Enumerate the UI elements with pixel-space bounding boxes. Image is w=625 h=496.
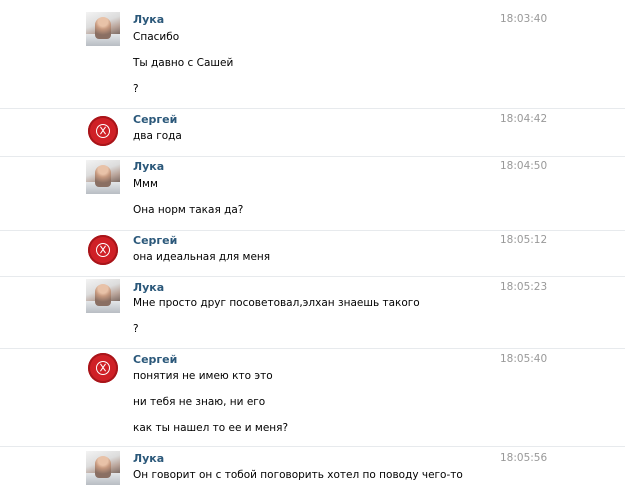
message-text: Мне просто друг посоветовал,элхан знаешь… [133,297,420,309]
message-text: как ты нашел то ее и меня? [133,422,289,434]
author-name[interactable]: Лука [133,160,164,173]
author-name[interactable]: Сергей [133,234,177,247]
message: Сергей 18:05:40 понятия не имею кто это … [0,348,625,447]
message-text: понятия не имею кто это [133,370,273,382]
avatar[interactable] [86,451,120,485]
avatar[interactable] [86,114,120,148]
message: Лука 18:05:23 Мне просто друг посоветова… [0,276,625,349]
message: Сергей 18:04:42 два года [0,108,625,157]
message-text: ? [133,323,139,335]
message-text: Ты давно с Сашей [133,57,234,69]
message-text: Ммм [133,178,158,190]
author-name[interactable]: Лука [133,452,164,465]
author-name[interactable]: Сергей [133,113,177,126]
message-time[interactable]: 18:04:42 [500,113,547,125]
author-name[interactable]: Сергей [133,353,177,366]
avatar[interactable] [86,233,120,267]
avatar-figure [95,456,111,478]
emblem-icon [88,116,118,146]
message-time[interactable]: 18:04:50 [500,160,547,172]
author-name[interactable]: Лука [133,281,164,294]
message: Лука 18:03:40 Спасибо Ты давно с Сашей ? [0,0,625,108]
avatar[interactable] [86,279,120,313]
avatar-figure [95,165,111,187]
message: Сергей 18:05:12 она идеальная для меня [0,230,625,277]
message-time[interactable]: 18:05:23 [500,281,547,293]
message-text: ? [133,83,139,95]
message-text: Спасибо [133,31,180,43]
message-text: два года [133,130,182,142]
avatar-figure [95,284,111,306]
message-time[interactable]: 18:05:40 [500,353,547,365]
avatar[interactable] [86,12,120,46]
avatar[interactable] [86,160,120,194]
message-text: ни тебя не знаю, ни его [133,396,266,408]
message: Лука 18:04:50 Ммм Она норм такая да? [0,156,625,231]
message-time[interactable]: 18:05:12 [500,234,547,246]
message-text: Он говорит он с тобой поговорить хотел п… [133,469,463,481]
author-name[interactable]: Лука [133,13,164,26]
message-text: Она норм такая да? [133,204,244,216]
message-time[interactable]: 18:05:56 [500,452,547,464]
emblem-icon [88,353,118,383]
message: Лука 18:05:56 Он говорит он с тобой пого… [0,446,625,496]
message-text: она идеальная для меня [133,251,271,263]
avatar[interactable] [86,351,120,385]
avatar-figure [95,17,111,39]
message-time[interactable]: 18:03:40 [500,13,547,25]
emblem-icon [88,235,118,265]
